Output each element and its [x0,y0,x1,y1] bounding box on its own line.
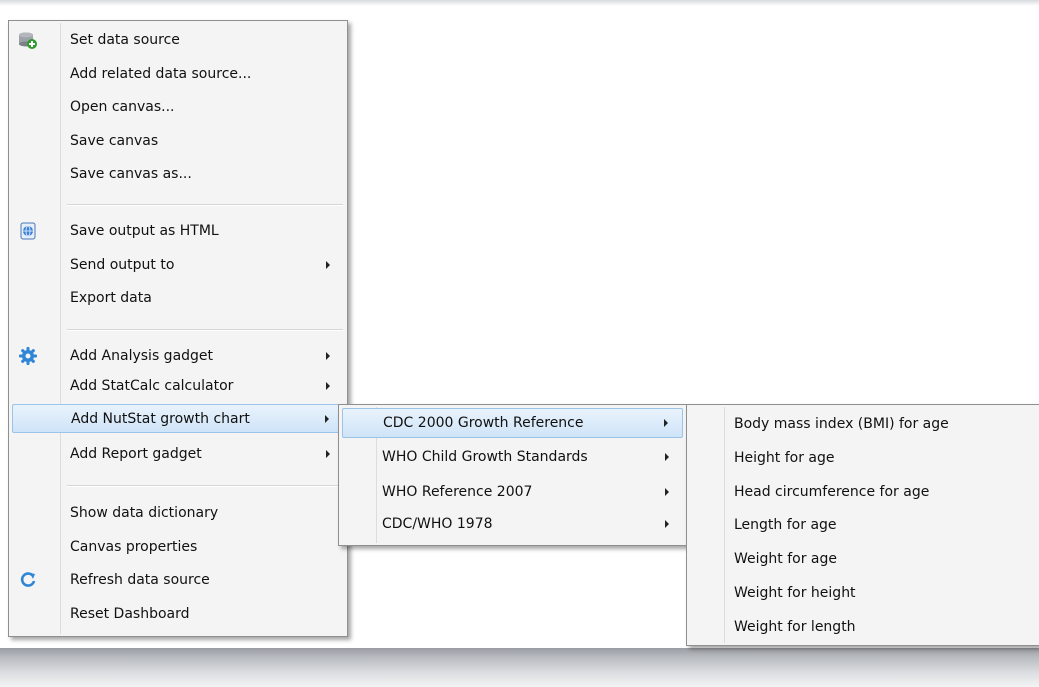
menu-item-add-statcalc-calculator[interactable]: Add StatCalc calculator [12,371,344,400]
menu-separator [67,485,343,487]
menu-item-label: Height for age [734,449,835,466]
menu-item-add-related-data-source[interactable]: Add related data source... [12,59,344,88]
globe-html-icon [18,221,38,241]
menu-item-refresh-data-source[interactable]: Refresh data source [12,565,344,594]
context-menu: Set data source Add related data source.… [8,20,348,637]
submenu-arrow-icon [665,519,669,528]
menu-item-label: Add Analysis gadget [70,347,214,364]
menu-item-label: Add related data source... [70,65,252,82]
menu-item-weight-for-height[interactable]: Weight for height [690,578,1036,607]
menu-item-label: Weight for height [734,584,856,601]
refresh-icon [18,570,38,590]
menu-item-length-for-age[interactable]: Length for age [690,510,1036,539]
menu-item-label: Length for age [734,516,837,533]
menu-item-label: Head circumference for age [734,483,930,500]
canvas-top-edge [0,0,1039,6]
menu-item-add-analysis-gadget[interactable]: Add Analysis gadget [12,341,344,370]
cdc-2000-submenu: Body mass index (BMI) for age Height for… [686,404,1039,646]
menu-separator [67,204,343,206]
menu-item-canvas-properties[interactable]: Canvas properties [12,532,344,561]
menu-item-label: Show data dictionary [70,504,219,521]
menu-item-export-data[interactable]: Export data [12,283,344,312]
menu-item-weight-for-length[interactable]: Weight for length [690,612,1036,641]
menu-item-cdc-who-1978[interactable]: CDC/WHO 1978 [342,509,683,538]
submenu-arrow-icon [325,414,329,423]
menu-item-label: WHO Reference 2007 [382,483,533,500]
menu-item-label: Export data [70,289,152,306]
menu-item-label: Add Report gadget [70,445,202,462]
growth-chart-submenu: CDC 2000 Growth Reference WHO Child Grow… [338,404,687,546]
menu-item-label: Send output to [70,256,175,273]
menu-item-label: Add NutStat growth chart [71,410,250,427]
menu-item-label: Canvas properties [70,538,198,555]
menu-item-label: Reset Dashboard [70,605,190,622]
menu-item-open-canvas[interactable]: Open canvas... [12,92,344,121]
menu-item-weight-for-age[interactable]: Weight for age [690,544,1036,573]
menu-item-save-output-html[interactable]: Save output as HTML [12,216,344,245]
menu-item-head-circumference-for-age[interactable]: Head circumference for age [690,477,1036,506]
menu-item-add-nutstat-growth-chart[interactable]: Add NutStat growth chart [12,404,344,433]
menu-item-label: Save canvas as... [70,165,192,182]
menu-item-reset-dashboard[interactable]: Reset Dashboard [12,599,344,628]
menu-item-label: WHO Child Growth Standards [382,448,588,465]
menu-item-set-data-source[interactable]: Set data source [12,25,344,54]
submenu-arrow-icon [326,260,330,269]
menu-item-label: Save output as HTML [70,222,219,239]
menu-item-label: Weight for age [734,550,838,567]
submenu-arrow-icon [665,452,669,461]
menu-item-label: Add StatCalc calculator [70,377,234,394]
canvas-bottom-edge [0,648,1039,687]
database-add-icon [18,30,38,50]
menu-item-who-child-growth-standards[interactable]: WHO Child Growth Standards [342,442,683,471]
menu-item-label: Set data source [70,31,180,48]
menu-item-label: Body mass index (BMI) for age [734,415,949,432]
gear-icon [18,346,38,366]
menu-item-label: Weight for length [734,618,856,635]
menu-item-label: Refresh data source [70,571,210,588]
menu-item-save-canvas[interactable]: Save canvas [12,126,344,155]
submenu-arrow-icon [326,381,330,390]
menu-item-label: Save canvas [70,132,159,149]
menu-item-add-report-gadget[interactable]: Add Report gadget [12,439,344,468]
submenu-arrow-icon [665,487,669,496]
menu-item-save-canvas-as[interactable]: Save canvas as... [12,159,344,188]
submenu-arrow-icon [664,419,668,427]
menu-item-label: Open canvas... [70,98,175,115]
menu-item-height-for-age[interactable]: Height for age [690,443,1036,472]
menu-item-show-data-dictionary[interactable]: Show data dictionary [12,498,344,527]
menu-item-label: CDC 2000 Growth Reference [383,415,584,431]
submenu-arrow-icon [326,449,330,458]
menu-item-send-output-to[interactable]: Send output to [12,250,344,279]
menu-item-cdc-2000-growth-reference[interactable]: CDC 2000 Growth Reference [342,408,683,438]
menu-item-bmi-for-age[interactable]: Body mass index (BMI) for age [690,409,1036,438]
menu-item-label: CDC/WHO 1978 [382,515,493,532]
submenu-arrow-icon [326,351,330,360]
menu-item-who-reference-2007[interactable]: WHO Reference 2007 [342,477,683,506]
menu-separator [67,329,343,331]
